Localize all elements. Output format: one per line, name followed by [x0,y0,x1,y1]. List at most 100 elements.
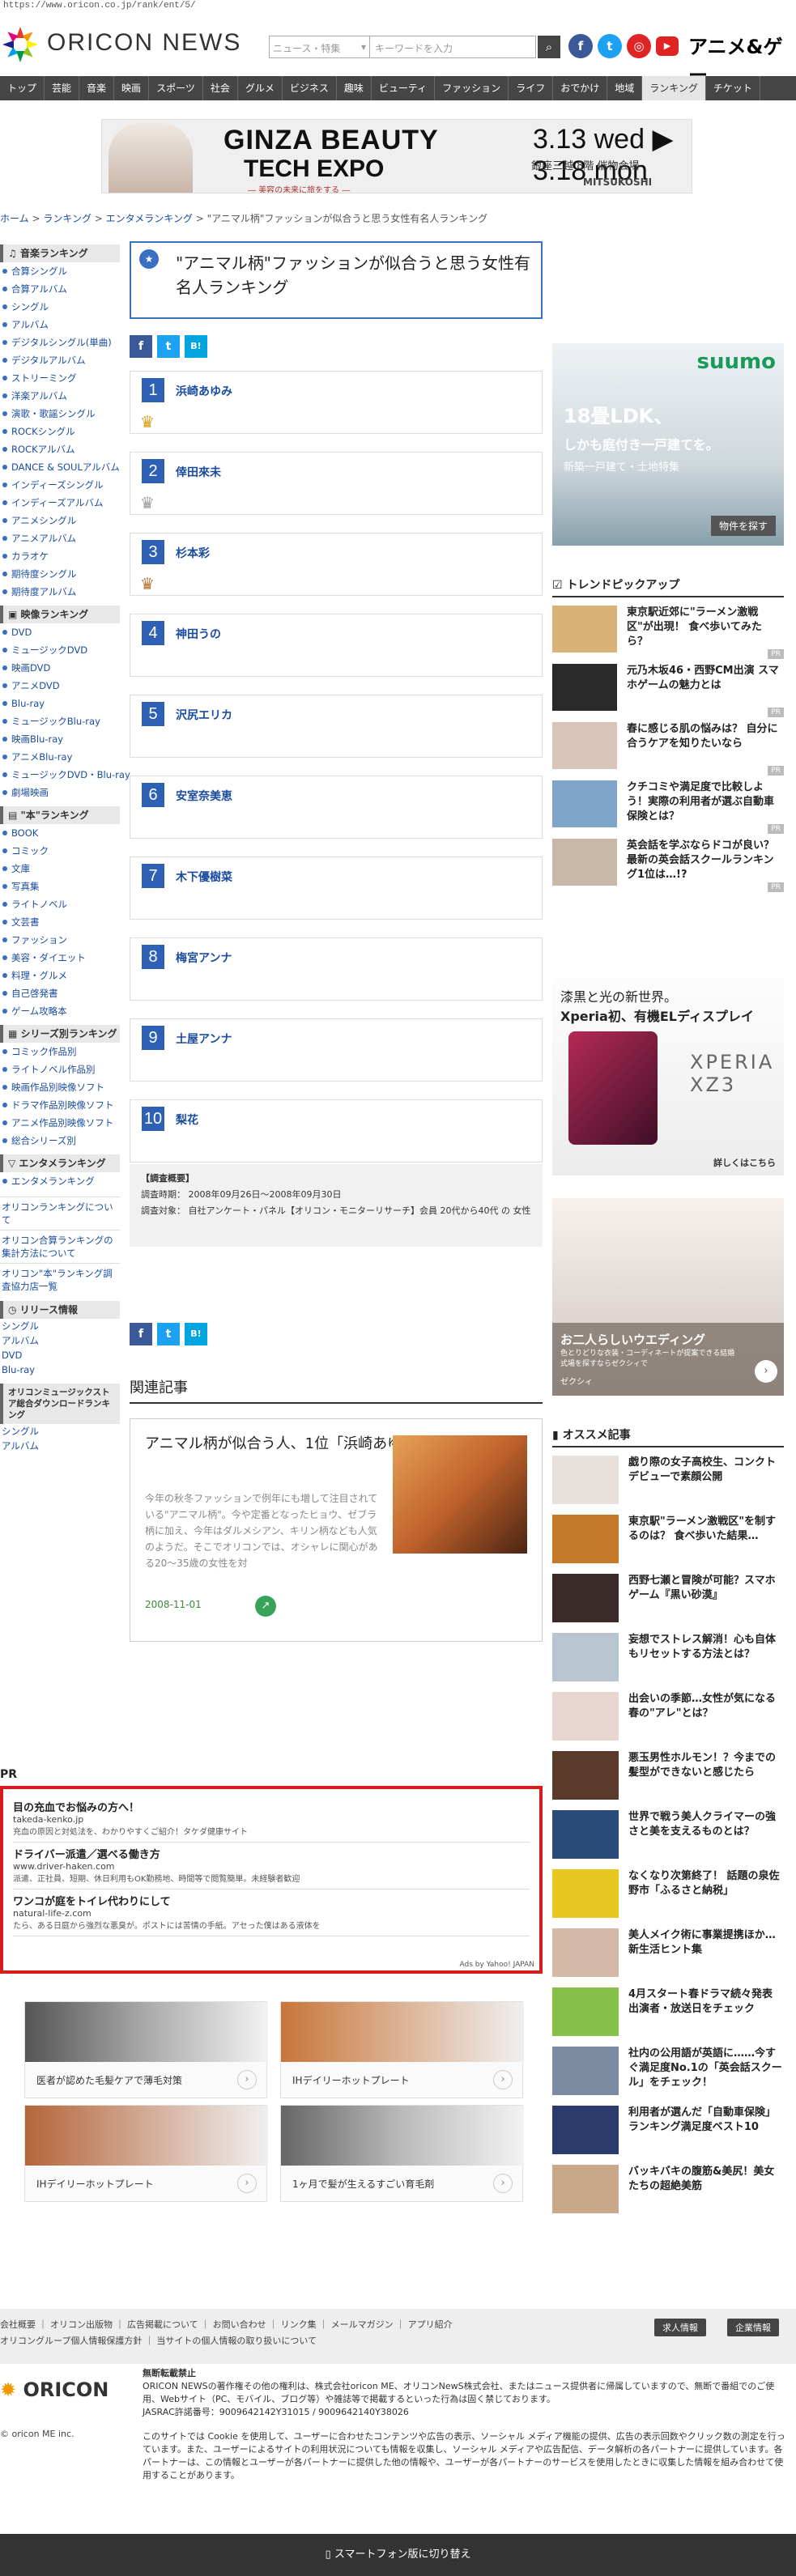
release-link[interactable]: DVD [0,1348,120,1362]
sidebar-item[interactable]: ライトノベル [0,895,120,913]
chevron-right-icon[interactable]: › [237,2070,257,2089]
ranking-item[interactable]: 7 木下優樹菜 [130,857,543,920]
twitter-icon[interactable]: t [598,34,622,58]
sidebar-item[interactable]: 映画DVD [0,659,120,677]
recommend-item[interactable]: 東京駅"ラーメン激戦区"を制するのは？ 食べ歩いた結果… [552,1511,784,1570]
sidebar-item[interactable]: インディーズシングル [0,476,120,494]
smartphone-switch-button[interactable]: ▯ スマートフォン版に切り替え [0,2534,796,2576]
facebook-icon[interactable]: f [568,34,593,58]
facebook-share-icon[interactable]: f [130,1323,152,1345]
sidebar-item[interactable]: 期待度シングル [0,565,120,583]
nav-item[interactable]: 音楽 [79,76,115,100]
sidebar-item[interactable]: 文庫 [0,860,120,878]
sidebar-item[interactable]: ミュージックDVD・Blu-ray [0,766,130,784]
sidebar-item[interactable]: 映画作品別映像ソフト [0,1078,120,1096]
nav-item[interactable]: グルメ [238,76,283,100]
ranking-item[interactable]: 3 杉本彩 ♛ [130,533,543,596]
sidebar-info-link[interactable]: オリコン合算ランキングの集計方法について [0,1230,120,1263]
sidebar-item[interactable]: アニメDVD [0,677,120,695]
trend-item[interactable]: 東京駅近郊に"ラーメン激戦区"が出現！ 食べ歩いてみたら？ PR [552,602,784,659]
sidebar-item[interactable]: DVD [0,623,120,641]
pr-ad-title[interactable]: ドライバー派遣／選べる働き方 [13,1846,530,1861]
sidebar-item[interactable]: 文芸書 [0,913,120,931]
sidebar-item[interactable]: シングル [0,298,120,316]
sidebar-item[interactable]: ミュージックBlu-ray [0,712,120,730]
footer-logo[interactable]: ✹ ORICON [0,2378,109,2401]
search-button[interactable]: ⌕ [538,36,560,58]
recommend-title[interactable]: 悪玉男性ホルモン！？今までの髪型ができないと感じたら [628,1751,782,1780]
rank-name[interactable]: 安室奈美恵 [176,788,232,804]
rank-name[interactable]: 神田うの [176,626,221,642]
pr-ad-item[interactable]: ドライバー派遣／選べる働き方 www.driver-haken.com 派遣、正社員… [13,1843,530,1889]
release-link[interactable]: アルバム [0,1333,120,1348]
recommend-title[interactable]: 東京駅"ラーメン激戦区"を制するのは？ 食べ歩いた結果… [628,1515,782,1544]
suumo-search-button[interactable]: 物件を探す [710,516,776,536]
rank-name[interactable]: 浜崎あゆみ [176,383,232,399]
trend-item[interactable]: 元乃木坂46・西野CM出演 スマホゲームの魅力とは PR [552,661,784,717]
nav-item[interactable]: チケット [706,76,760,100]
footer-link-row-1[interactable]: 会社概要 ｜ オリコン出版物 ｜ 広告掲載について ｜ お問い合わせ ｜ リンク… [0,2317,453,2333]
sidebar-item[interactable]: ROCKシングル [0,423,120,440]
trend-title[interactable]: 英会話を学ぶならドコが良い？最新の英会話スクールランキング1位は…!? [627,839,781,882]
recommend-item[interactable]: 社内の公用語が英語に……今すぐ満足度No.1の「英会話スクール」をチェック！ [552,2043,784,2102]
promo-title[interactable]: 医者が認めた毛髪ケアで薄毛対策 [36,2073,182,2087]
sidebar-info-link[interactable]: オリコン"本"ランキング調査協力店一覧 [0,1263,120,1296]
search-category-select[interactable]: ニュース・特集 ▾ [270,36,370,57]
sidebar-item[interactable]: 演歌・歌謡シングル [0,405,120,423]
sidebar-item[interactable]: ドラマ作品別映像ソフト [0,1096,120,1114]
recommend-item[interactable]: 出会いの季節…女性が気になる春の"アレ"とは？ [552,1689,784,1747]
nav-item[interactable]: スポーツ [149,76,203,100]
sidebar-item[interactable]: 洋楽アルバム [0,387,120,405]
recommend-item[interactable]: 4月スタート春ドラマ続々発表出演者・放送日をチェック [552,1984,784,2043]
sidebar-item[interactable]: 劇場映画 [0,784,120,801]
ranking-item[interactable]: 10 梨花 [130,1099,543,1163]
pr-ad-item[interactable]: 目の充血でお悩みの方へ！ takeda-kenko.jp 充血の原因と対処法を、わか… [13,1796,530,1843]
suumo-ad[interactable]: suumo 18畳LDK、 しかも庭付き一戸建てを。 新築一戸建て・土地特集 物… [552,343,784,546]
trend-item[interactable]: クチコミや満足度で比較しよう！実際の利用者が選ぶ自動車保険とは？ PR [552,777,784,834]
ranking-item[interactable]: 1 浜崎あゆみ ♛ [130,371,543,434]
nav-item[interactable]: 社会 [203,76,238,100]
trend-title[interactable]: 元乃木坂46・西野CM出演 スマホゲームの魅力とは [627,664,781,693]
company-button[interactable]: 企業情報 [727,2319,779,2336]
sidebar-item[interactable]: コミック [0,842,120,860]
sidebar-item[interactable]: 合算アルバム [0,280,120,298]
wedding-ad[interactable]: お二人らしいウエディング 色とりどりな衣装・コーディネートが提案できる結婚式場を… [552,1198,784,1396]
recommend-item[interactable]: 悪玉男性ホルモン！？今までの髪型ができないと感じたら [552,1748,784,1806]
sidebar-item[interactable]: 自己啓発書 [0,984,120,1002]
xperia-more-link[interactable]: 詳しくはこちら [713,1156,776,1169]
rank-name[interactable]: 沢尻エリカ [176,707,232,723]
recommend-title[interactable]: 世界で戦う美人クライマーの強さと美を支えるものとは？ [628,1810,782,1839]
store-link[interactable]: アルバム [0,1439,120,1453]
sidebar-item[interactable]: 美容・ダイエット [0,949,120,967]
recommend-item[interactable]: 美人メイク術に事業提携ほか…新生活ヒント集 [552,1925,784,1983]
link-icon[interactable]: ↗ [255,1596,276,1617]
breadcrumb-ent[interactable]: エンタメランキング [106,213,193,224]
related-article-card[interactable]: アニマル柄が似合う人、1位「浜崎あゆみ」 今年の秋冬ファッションで例年にも増して… [130,1418,543,1642]
recommend-title[interactable]: 利用者が選んだ「自動車保険」ランキング満足度ベスト10 [628,2106,782,2135]
pr-ad-title[interactable]: 目の充血でお悩みの方へ！ [13,1799,530,1814]
ranking-item[interactable]: 2 倖田來未 ♛ [130,452,543,515]
twitter-share-icon[interactable]: t [157,335,180,358]
recommend-title[interactable]: 社内の公用語が英語に……今すぐ満足度No.1の「英会話スクール」をチェック！ [628,2047,782,2090]
chevron-right-icon[interactable]: › [493,2174,513,2193]
promo-card[interactable]: IHデイリーホットプレート › [24,2105,268,2202]
top-ad-banner[interactable]: GINZA BEAUTY TECH EXPO ― 美容の未来に旅をする ― 3.… [101,119,692,193]
sidebar-item[interactable]: ミュージックDVD [0,641,120,659]
nav-item[interactable]: ライフ [509,76,554,100]
rank-name[interactable]: 土屋アンナ [176,1031,232,1047]
oricon-logo-icon[interactable] [2,26,39,63]
promo-card[interactable]: IHデイリーホットプレート › [280,2001,524,2098]
rank-name[interactable]: 木下優樹菜 [176,869,232,885]
rank-name[interactable]: 梅宮アンナ [176,950,232,966]
facebook-share-icon[interactable]: f [130,335,152,358]
nav-item[interactable]: 趣味 [337,76,372,100]
trend-title[interactable]: 春に感じる肌の悩みは？ 自分に合うケアを知りたいなら [627,722,781,751]
recommend-title[interactable]: 妄想でストレス解消！心も自体もリセットする方法とは？ [628,1633,782,1662]
sidebar-item[interactable]: 期待度アルバム [0,583,120,601]
youtube-icon[interactable]: ▶ [656,36,679,56]
url-bar[interactable]: https://www.oricon.co.jp/rank/ent/5/ [0,0,796,13]
site-logo-text[interactable]: ORICON NEWS [47,29,241,57]
trend-item[interactable]: 英会話を学ぶならドコが良い？最新の英会話スクールランキング1位は…!? PR [552,835,784,892]
ranking-item[interactable]: 9 土屋アンナ [130,1018,543,1082]
sidebar-item[interactable]: ゲーム攻略本 [0,1002,120,1020]
